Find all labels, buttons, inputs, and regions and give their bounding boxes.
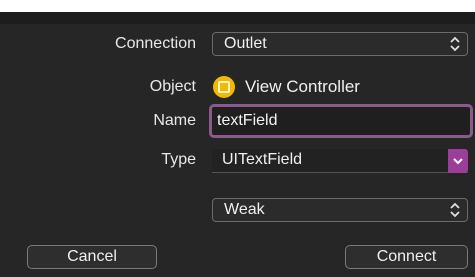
object-label: Object: [149, 78, 196, 95]
chevron-down-icon: [453, 158, 463, 165]
type-combo[interactable]: UITextField: [212, 149, 468, 173]
name-label: Name: [153, 112, 196, 129]
name-field[interactable]: [209, 104, 473, 138]
up-down-chevron-icon: [450, 36, 460, 52]
cancel-button[interactable]: Cancel: [27, 245, 157, 269]
storage-value: Weak: [224, 201, 265, 218]
up-down-chevron-icon: [450, 202, 460, 218]
connection-label: Connection: [115, 35, 196, 52]
name-input[interactable]: [217, 109, 461, 133]
connection-popup[interactable]: Outlet: [212, 32, 468, 56]
object-row: Object: [0, 70, 475, 104]
object-value: View Controller: [245, 77, 360, 96]
type-label: Type: [161, 151, 196, 168]
type-dropdown-button[interactable]: [448, 149, 468, 173]
type-value: UITextField: [222, 151, 303, 168]
connection-value: Outlet: [224, 35, 267, 52]
dialog-top-bar: [0, 12, 475, 24]
view-controller-icon: [213, 76, 235, 98]
connect-button[interactable]: Connect: [345, 245, 468, 269]
connection-dialog: Connection Outlet Object View Controller…: [0, 12, 475, 277]
storage-popup[interactable]: Weak: [212, 198, 468, 222]
